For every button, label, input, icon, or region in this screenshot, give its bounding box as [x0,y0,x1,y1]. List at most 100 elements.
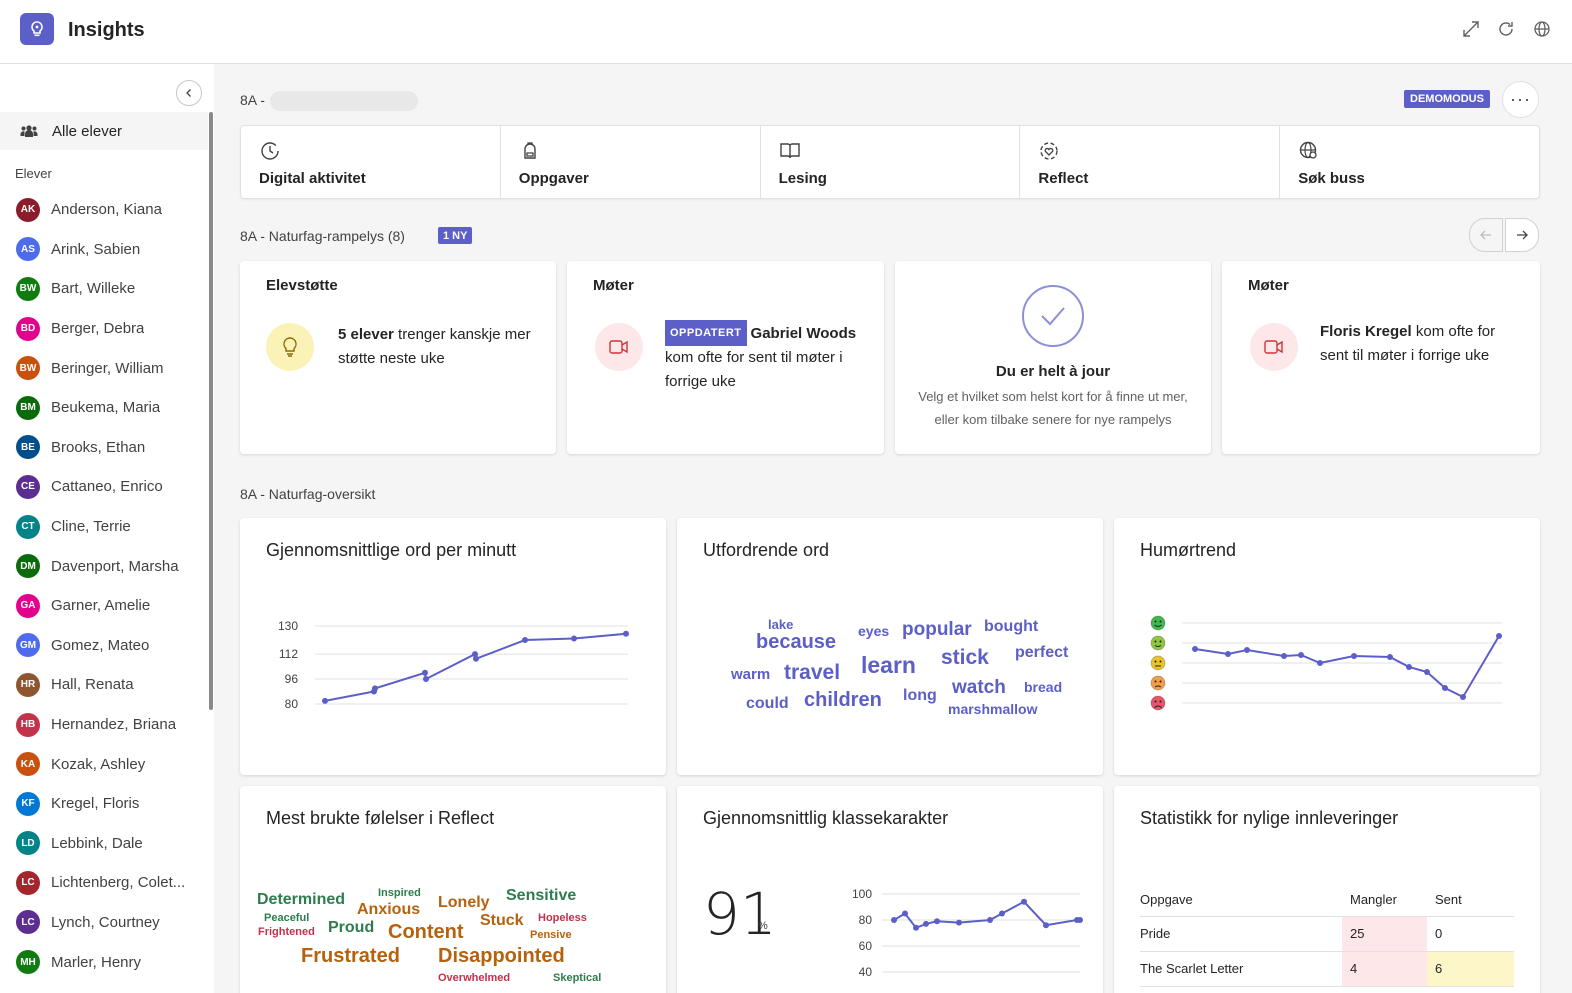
feeling-word: Sensitive [506,887,577,904]
book-icon [779,143,800,159]
word-cloud-word: watch [952,677,1006,698]
feelings-widget[interactable]: Mest brukte følelser i Reflect Determine… [240,786,666,993]
student-name: Lynch, Courtney [51,913,160,931]
student-name: Marler, Henry [51,953,142,971]
data-point [1298,652,1304,658]
avatar: CE [16,474,40,499]
student-item[interactable]: KF Kregel, Floris [0,784,208,824]
meetings-card-2[interactable]: Møter Floris Kregel kom ofte for sent ti… [1222,261,1540,454]
student-item[interactable]: BD Berger, Debra [0,309,208,349]
tab-reading[interactable]: Lesing [761,126,1021,198]
word-cloud-word: warm [731,666,771,683]
feeling-word: Determined [257,891,346,908]
y-tick-label: 80 [859,913,873,927]
avatar: BM [16,395,40,420]
demo-mode-badge: DEMOMODUS [1404,90,1490,108]
collapse-sidebar-button[interactable] [176,80,202,106]
student-item[interactable]: LD Lebbink, Dale [0,824,208,864]
tab-search-coach[interactable]: Søk buss [1280,126,1539,198]
student-item[interactable]: AK Anderson, Kiana [0,190,208,230]
feeling-word: Proud [328,919,375,936]
word-cloud-word: bread [1024,679,1063,695]
data-point [1192,646,1198,652]
avatar: LC [16,870,40,895]
word-cloud-word: stick [941,646,989,669]
column-header: Sent [1427,884,1514,917]
student-item[interactable]: BE Brooks, Ethan [0,428,208,468]
student-item[interactable]: BW Beringer, William [0,348,208,388]
challenging-words-widget[interactable]: Utfordrende ord lake because eyes popular bo… [677,518,1103,775]
student-support-card[interactable]: Elevstøtte 5 elever trenger kanskje mer … [240,261,556,454]
data-point [956,919,962,926]
expand-icon[interactable] [1460,18,1482,40]
student-item[interactable]: CE Cattaneo, Enrico [0,467,208,507]
wpm-widget[interactable]: Gjennomsnittlige ord per minutt 80 96 112 1… [240,518,666,775]
globe-icon[interactable] [1531,18,1553,40]
checkmark-icon [1022,285,1084,347]
mood-face-eye [1159,640,1162,643]
feeling-word: Frustrated [301,945,400,967]
more-options-button[interactable]: ··· [1502,81,1539,118]
mood-face-eye [1154,660,1157,663]
submission-stats-widget[interactable]: Statistikk for nylige innleveringer Oppg… [1114,786,1540,993]
student-item[interactable]: KA Kozak, Ashley [0,744,208,784]
y-tick-label: 130 [278,619,298,633]
next-button[interactable] [1505,218,1539,252]
student-name: Berger, Debra [51,320,145,338]
student-name: Gomez, Mateo [51,636,150,654]
tab-reflect[interactable]: Reflect [1020,126,1281,198]
student-item[interactable]: BW Bart, Willeke [0,269,208,309]
avatar: LC [16,910,40,935]
student-item[interactable]: LC Lichtenberg, Colet... [0,863,208,903]
avatar: BD [16,316,40,341]
avatar: GM [16,633,40,658]
series-line [1194,635,1500,699]
student-item[interactable]: AS Arink, Sabien [0,230,208,270]
data-point [934,918,940,925]
widget-title: Statistikk for nylige innleveringer [1140,808,1399,828]
reflect-icon [1040,142,1059,160]
sidebar-scrollbar[interactable] [209,112,213,710]
widget-title: Mest brukte følelser i Reflect [266,808,495,828]
feeling-word: Hopeless [538,912,587,924]
student-name: Beukema, Maria [51,399,161,417]
mood-face-eye [1159,620,1162,623]
data-point [1406,664,1412,670]
data-point [372,685,378,692]
data-point [1077,917,1083,923]
refresh-icon[interactable] [1495,18,1517,40]
student-item[interactable]: BM Beukema, Maria [0,388,208,428]
student-item[interactable]: GM Gomez, Mateo [0,626,208,666]
all-students-item[interactable]: Alle elever [0,112,208,150]
class-grade-widget[interactable]: Gjennomsnittlig klassekarakter 91 % 40 60… [677,786,1103,993]
meeting-text: kom ofte for sent til møter i forrige uk… [665,349,843,390]
student-item[interactable]: HB Hernandez, Briana [0,705,208,745]
tab-assignments[interactable]: Oppgaver [501,126,761,198]
data-point [987,917,993,923]
missing-count: 4 [1342,951,1427,987]
student-item[interactable]: DM Davenport, Marsha [0,546,208,586]
mood-face-eye [1154,680,1157,683]
video-icon [595,323,643,371]
insights-logo-icon [20,13,54,45]
student-name: Anderson, Kiana [51,201,162,219]
table-row[interactable]: Pride 25 0 [1140,916,1514,952]
meetings-card-1[interactable]: Møter OPPDATERT Gabriel Woods kom ofte fo… [567,261,884,454]
table-row[interactable]: The Scarlet Letter 4 6 [1140,951,1514,987]
student-item[interactable]: MH Marler, Henry [0,942,208,982]
student-item[interactable]: GA Garner, Amelie [0,586,208,626]
previous-button[interactable] [1469,218,1503,252]
data-point [902,910,908,917]
mood-trend-widget[interactable]: Humørtrend [1114,518,1540,775]
data-point [1021,898,1027,905]
clock-icon [261,142,279,160]
student-item[interactable]: HR Hall, Renata [0,665,208,705]
word-cloud-word: long [903,687,937,704]
card-title: Elevstøtte [266,277,338,294]
word-cloud-word: bought [984,618,1039,635]
data-point [1460,694,1466,700]
student-item[interactable]: LC Lynch, Courtney [0,903,208,943]
student-item[interactable]: CT Cline, Terrie [0,507,208,547]
tab-digital-activity[interactable]: Digital aktivitet [241,126,501,198]
mood-face-eye [1159,660,1162,663]
